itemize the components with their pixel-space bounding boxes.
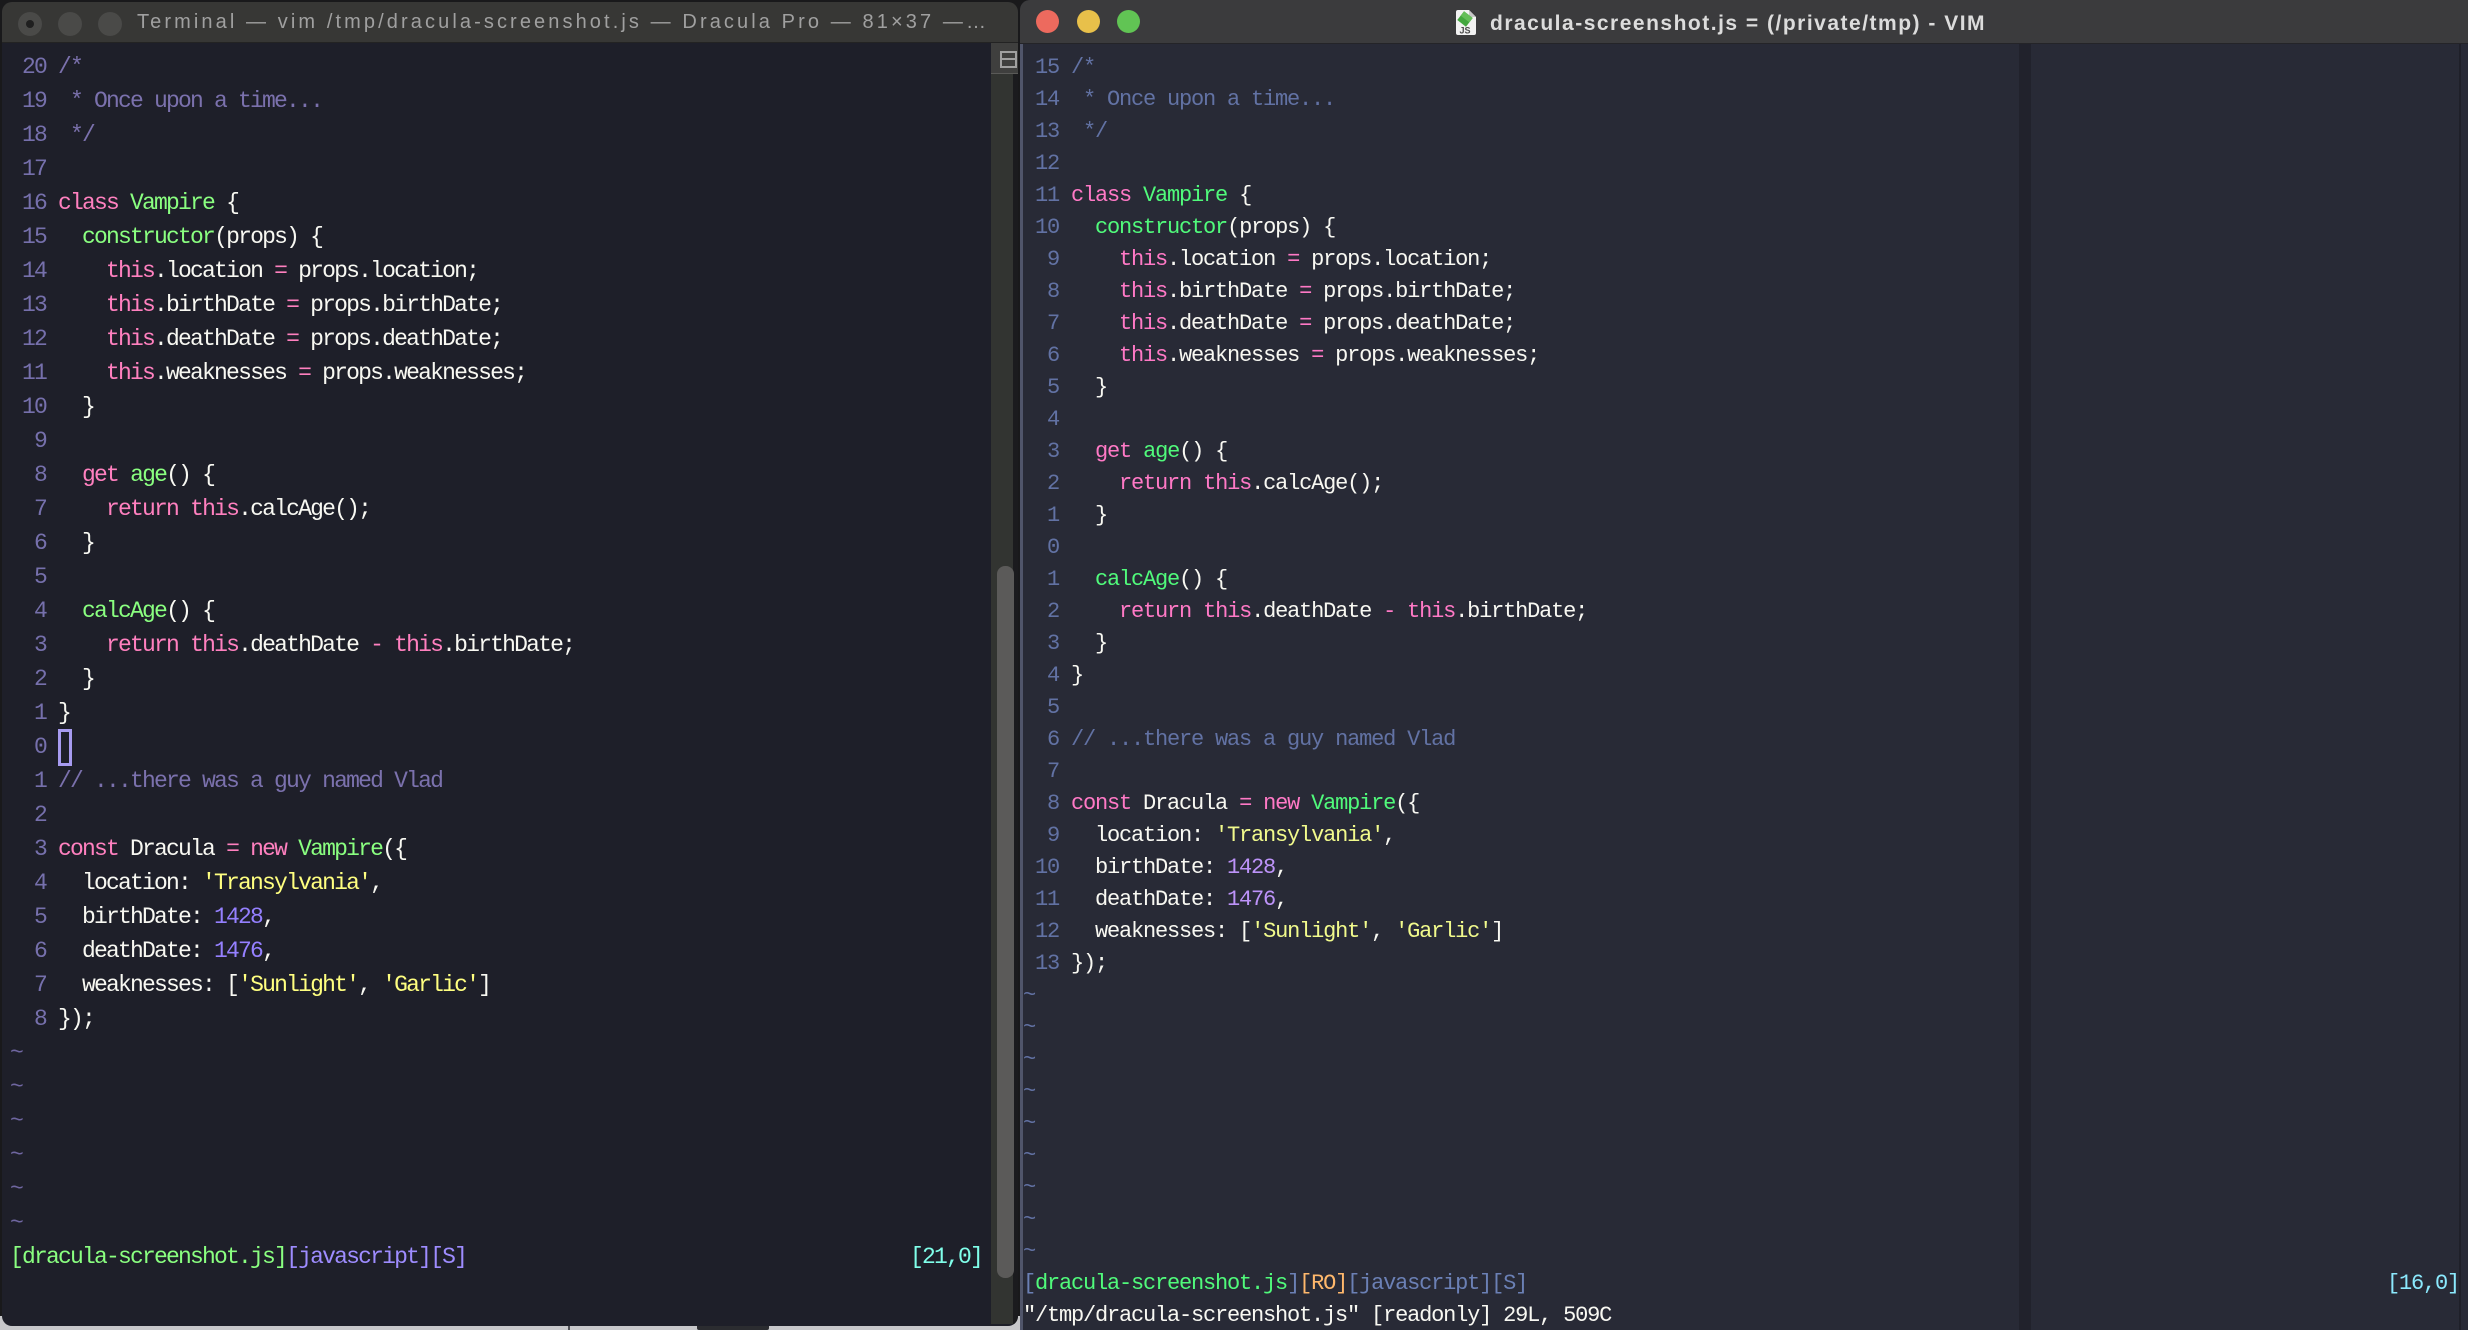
svg-text:JS: JS [1460, 26, 1471, 36]
